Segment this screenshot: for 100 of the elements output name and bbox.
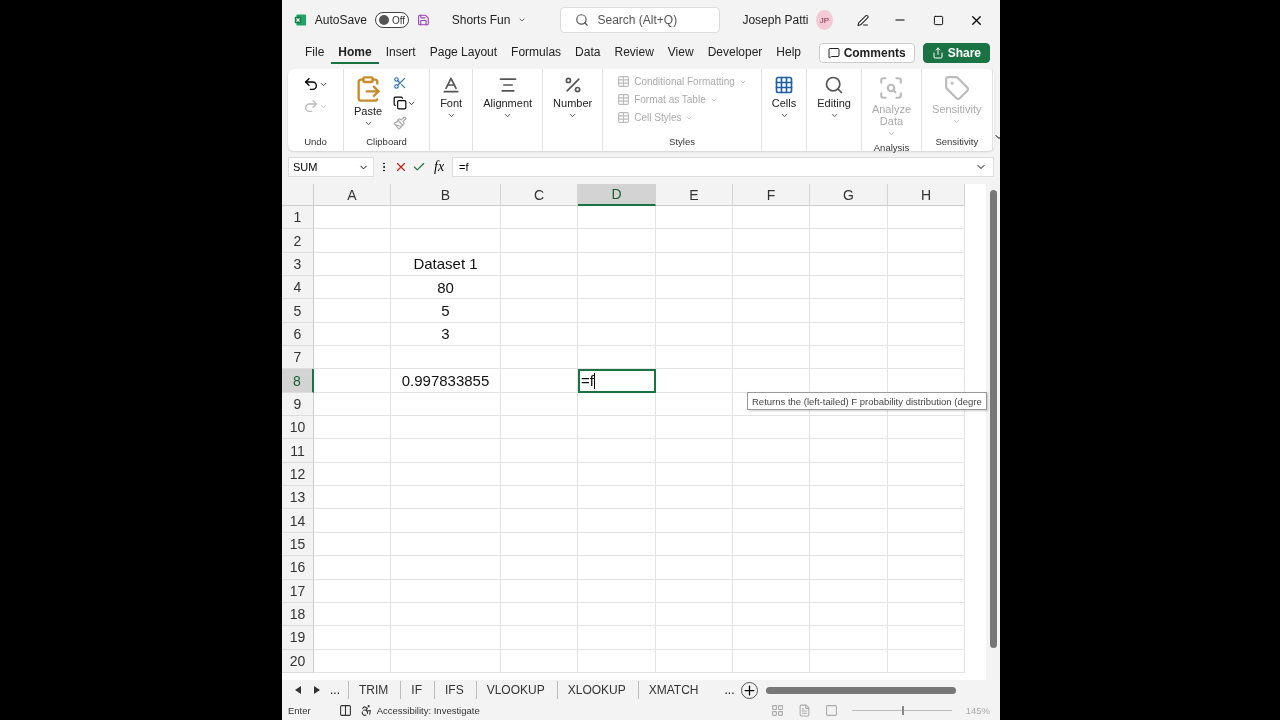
sheet-cell[interactable]	[578, 229, 656, 253]
sheet-cell[interactable]	[501, 252, 578, 277]
zoom-thumb[interactable]	[901, 705, 904, 715]
row-header[interactable]: 3	[282, 252, 314, 277]
sheet-cell[interactable]	[810, 579, 888, 603]
sheet-cell[interactable]	[810, 252, 888, 277]
sheet-cell[interactable]	[314, 579, 391, 603]
sheet-cell[interactable]	[391, 556, 501, 580]
pen-icon[interactable]	[856, 12, 869, 28]
row-header[interactable]: 13	[282, 486, 314, 510]
sheet-cell[interactable]	[501, 486, 578, 510]
column-header[interactable]: G	[810, 184, 888, 206]
sheet-cell[interactable]	[501, 532, 578, 557]
sheet-cell[interactable]	[314, 439, 391, 463]
row-header[interactable]: 9	[282, 392, 314, 417]
sheet-cell[interactable]	[810, 602, 888, 627]
row-header[interactable]: 6	[282, 322, 314, 347]
sheet-cell[interactable]	[314, 509, 391, 533]
sheet-cell[interactable]: 80	[391, 276, 501, 300]
sheet-cell[interactable]	[314, 486, 391, 510]
sheet-tab[interactable]: TRIM	[348, 681, 399, 699]
sheet-cell[interactable]	[733, 602, 810, 627]
sheet-cell[interactable]	[501, 322, 578, 347]
sheet-cell[interactable]	[578, 416, 656, 440]
sheet-cell[interactable]	[888, 206, 965, 230]
column-header[interactable]: H	[888, 184, 965, 206]
sheet-cell[interactable]	[391, 626, 501, 650]
ribbon-tab[interactable]: File	[298, 42, 332, 64]
sheet-cell[interactable]	[501, 369, 578, 393]
sheet-cell[interactable]	[391, 602, 501, 627]
select-all-corner[interactable]	[282, 184, 314, 206]
row-header[interactable]: 16	[282, 556, 314, 580]
sheet-cell[interactable]	[810, 206, 888, 230]
sheet-cell[interactable]	[391, 509, 501, 533]
column-header[interactable]: B	[391, 184, 501, 206]
sheet-cell[interactable]	[578, 276, 656, 300]
sheet-cell[interactable]	[733, 509, 810, 533]
ribbon-tab[interactable]: Page Layout	[422, 42, 505, 64]
sheet-cell[interactable]	[314, 322, 391, 347]
sheet-cell[interactable]	[733, 649, 810, 673]
sheet-tab[interactable]: IFS	[434, 681, 474, 699]
sheet-cell[interactable]	[578, 532, 656, 557]
sheet-cell[interactable]	[391, 532, 501, 557]
sheet-cell[interactable]	[501, 579, 578, 603]
row-header[interactable]: 11	[282, 439, 314, 463]
save-icon[interactable]	[416, 12, 430, 28]
sheet-cell[interactable]	[578, 299, 656, 323]
sheet-cell[interactable]	[810, 509, 888, 533]
sheet-cell[interactable]	[810, 626, 888, 650]
sheet-cell[interactable]	[888, 626, 965, 650]
sheet-cell[interactable]	[733, 346, 810, 370]
sheet-cell[interactable]	[888, 229, 965, 253]
ribbon-button[interactable]: Alignment	[477, 71, 539, 124]
sheet-cell[interactable]	[810, 416, 888, 440]
ribbon-tab[interactable]: Data	[568, 42, 608, 64]
sheet-cell[interactable]	[656, 509, 733, 533]
sheet-cell[interactable]	[810, 299, 888, 323]
sheet-cell[interactable]	[314, 649, 391, 673]
name-box[interactable]: SUM	[288, 157, 374, 177]
ribbon-tab[interactable]: Help	[769, 42, 808, 64]
sheet-cell[interactable]	[656, 346, 733, 370]
sheet-cell[interactable]	[888, 556, 965, 580]
sheet-cell[interactable]	[810, 532, 888, 557]
sheet-cell[interactable]	[656, 369, 733, 393]
sheet-cell[interactable]	[501, 299, 578, 323]
sheet-cell[interactable]	[733, 532, 810, 557]
sheet-cell[interactable]: 3	[391, 322, 501, 347]
sheet-cell[interactable]	[391, 579, 501, 603]
sheet-cell[interactable]	[578, 462, 656, 487]
row-header[interactable]: 17	[282, 579, 314, 603]
sheet-cell[interactable]	[391, 439, 501, 463]
sheet-cell[interactable]	[810, 649, 888, 673]
sheet-cell[interactable]	[733, 439, 810, 463]
row-header[interactable]: 14	[282, 509, 314, 533]
sheet-cell[interactable]	[501, 416, 578, 440]
sheet-cell[interactable]	[810, 322, 888, 347]
sheet-cell[interactable]	[888, 416, 965, 440]
row-header[interactable]: 7	[282, 346, 314, 370]
sheet-cell[interactable]	[888, 276, 965, 300]
cancel-icon[interactable]	[394, 160, 408, 174]
sheet-cell[interactable]	[656, 229, 733, 253]
sheet-cell[interactable]	[578, 206, 656, 230]
sheet-cell[interactable]	[656, 416, 733, 440]
sheet-tab[interactable]: XLOOKUP	[556, 681, 636, 699]
sheet-cell[interactable]	[810, 276, 888, 300]
sheet-cell[interactable]	[578, 649, 656, 673]
row-header[interactable]: 2	[282, 229, 314, 253]
sheet-cell[interactable]	[810, 229, 888, 253]
row-header[interactable]: 19	[282, 626, 314, 650]
column-header[interactable]: D	[578, 184, 656, 206]
sheet-cell[interactable]	[578, 556, 656, 580]
share-button[interactable]: Share	[922, 43, 990, 63]
ribbon-tab[interactable]: Formulas	[504, 42, 569, 64]
sheet-cell[interactable]	[501, 509, 578, 533]
accessibility-status[interactable]: Accessibility: Investigate	[376, 704, 480, 716]
sheet-cell[interactable]	[391, 486, 501, 510]
sheet-cell[interactable]	[501, 346, 578, 370]
row-header[interactable]: 12	[282, 462, 314, 487]
sheet-cell[interactable]	[314, 416, 391, 440]
sheet-cell[interactable]	[733, 276, 810, 300]
